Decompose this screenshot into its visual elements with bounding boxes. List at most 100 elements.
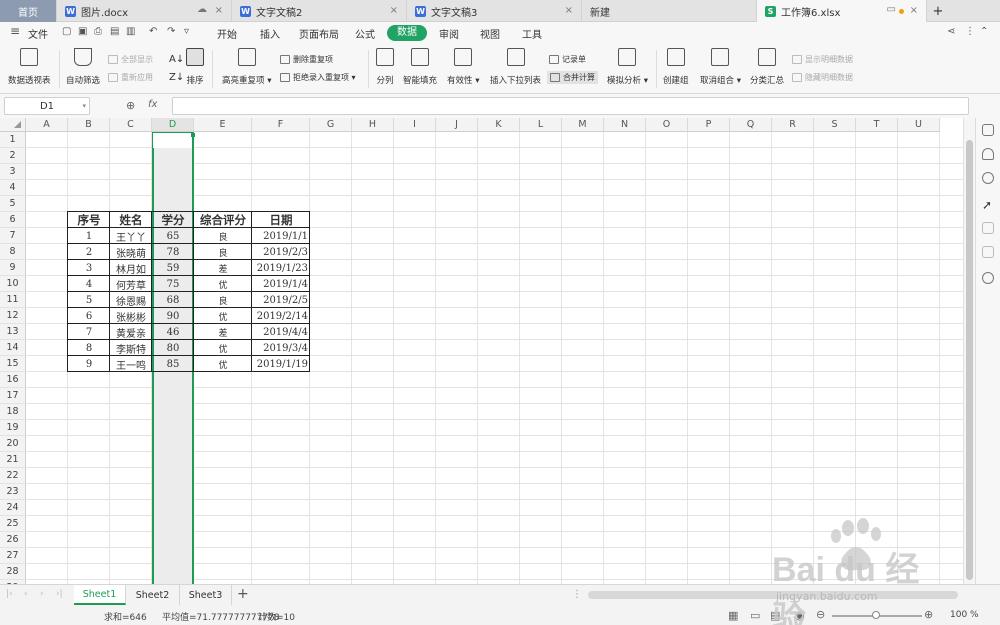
consolidate-button[interactable]: 合并计算 [547,71,598,84]
table-cell[interactable]: 优 [194,276,252,292]
undo-icon[interactable]: ↶ [149,26,157,37]
table-cell[interactable]: 9 [68,356,110,372]
tab-home[interactable]: 首页 [0,0,57,22]
table-cell[interactable]: 2019/2/14 [252,308,310,324]
subtotal-button[interactable]: 分类汇总 [750,48,784,86]
table-cell[interactable]: 良 [194,292,252,308]
table-cell[interactable]: 2019/1/4 [252,276,310,292]
column-header-j[interactable]: J [436,118,478,132]
active-cell[interactable] [153,133,192,148]
row-header-16[interactable]: 16 [0,372,26,388]
table-cell[interactable]: 2019/1/23 [252,260,310,276]
print-icon[interactable]: ⎙ [94,26,102,37]
table-cell[interactable]: 徐恩赐 [110,292,152,308]
table-cell[interactable]: 差 [194,260,252,276]
table-cell[interactable]: 3 [68,260,110,276]
split-column-button[interactable]: 分列 [376,48,394,86]
row-header-20[interactable]: 20 [0,436,26,452]
row-header-12[interactable]: 12 [0,308,26,324]
fill-handle[interactable] [191,133,195,137]
what-if-analysis-button[interactable]: 模拟分析 ▾ [607,48,648,86]
name-box[interactable]: D1 ▾ [4,97,90,115]
eye-protection-icon[interactable]: ◉ [795,609,805,622]
customize-dropdown-icon[interactable]: ▿ [184,26,189,37]
table-cell[interactable]: 良 [194,228,252,244]
menu-insert[interactable]: 插入 [260,26,280,41]
vertical-scrollbar[interactable] [963,118,975,584]
row-header-3[interactable]: 3 [0,164,26,180]
sort-descending-button[interactable]: Z↓ [169,72,184,83]
formula-input[interactable] [172,97,969,115]
save-icon[interactable]: ▣ [78,26,87,37]
row-header-28[interactable]: 28 [0,564,26,580]
table-cell[interactable]: 2019/1/19 [252,356,310,372]
column-header-o[interactable]: O [646,118,688,132]
delete-duplicates-button[interactable]: 删除重复项 [280,54,333,65]
column-header-e[interactable]: E [194,118,252,132]
table-cell[interactable]: 良 [194,244,252,260]
row-header-23[interactable]: 23 [0,484,26,500]
table-cell[interactable]: 黄爱亲 [110,324,152,340]
column-header-m[interactable]: M [562,118,604,132]
table-cell[interactable]: 4 [68,276,110,292]
table-cell[interactable]: 李斯特 [110,340,152,356]
insert-dropdown-list-button[interactable]: 插入下拉列表 [490,48,541,86]
show-detail-button[interactable]: 显示明细数据 [792,54,853,65]
row-header-24[interactable]: 24 [0,500,26,516]
smart-fill-button[interactable]: 智能填充 [403,48,437,86]
column-header-d[interactable]: D [152,118,194,132]
tab-split-handle[interactable]: ⋮ [572,589,582,600]
menu-review[interactable]: 审阅 [439,26,459,41]
row-header-6[interactable]: 6 [0,212,26,228]
row-header-22[interactable]: 22 [0,468,26,484]
row-header-7[interactable]: 7 [0,228,26,244]
row-header-19[interactable]: 19 [0,420,26,436]
column-header-k[interactable]: K [478,118,520,132]
table-cell[interactable]: 张晓萌 [110,244,152,260]
zoom-out-icon[interactable]: ⊖ [816,608,825,621]
hamburger-icon[interactable]: ≡ [10,24,20,38]
collapse-ribbon-icon[interactable]: ⌃ [980,26,988,37]
table-header-cell[interactable]: 序号 [68,212,110,228]
table-cell[interactable]: 68 [152,292,194,308]
row-header-27[interactable]: 27 [0,548,26,564]
row-header-5[interactable]: 5 [0,196,26,212]
share-icon[interactable]: ⋖ [947,26,955,37]
table-cell[interactable]: 优 [194,340,252,356]
table-cell[interactable]: 59 [152,260,194,276]
column-header-g[interactable]: G [310,118,352,132]
history-icon[interactable] [982,272,994,284]
row-header-15[interactable]: 15 [0,356,26,372]
table-cell[interactable]: 2019/1/1 [252,228,310,244]
row-header-13[interactable]: 13 [0,324,26,340]
column-header-s[interactable]: S [814,118,856,132]
redo-icon[interactable]: ↷ [167,26,175,37]
table-cell[interactable]: 张彬彬 [110,308,152,324]
normal-view-icon[interactable]: ▦ [728,609,738,622]
open-icon[interactable]: ▢ [62,26,71,37]
column-header-u[interactable]: U [898,118,940,132]
menu-file[interactable]: 文件 [28,26,48,41]
column-header-c[interactable]: C [110,118,152,132]
properties-icon[interactable] [982,222,994,234]
column-header-l[interactable]: L [520,118,562,132]
table-cell[interactable]: 2019/2/3 [252,244,310,260]
more-icon[interactable]: ⋮ [965,26,975,37]
table-cell[interactable]: 2 [68,244,110,260]
table-cell[interactable]: 1 [68,228,110,244]
row-header-18[interactable]: 18 [0,404,26,420]
table-cell[interactable]: 5 [68,292,110,308]
row-header-11[interactable]: 11 [0,292,26,308]
select-all-corner[interactable] [0,118,26,132]
table-cell[interactable]: 8 [68,340,110,356]
create-group-button[interactable]: 创建组 [663,48,689,86]
page-break-view-icon[interactable]: ▤ [770,609,780,622]
zoom-slider-thumb[interactable] [872,611,880,619]
row-header-26[interactable]: 26 [0,532,26,548]
add-sheet-button[interactable]: + [237,586,249,602]
tab-new[interactable]: 新建 [582,0,757,22]
row-header-10[interactable]: 10 [0,276,26,292]
ungroup-button[interactable]: 取消组合 ▾ [700,48,741,86]
table-header-cell[interactable]: 学分 [152,212,194,228]
tab-doc-image[interactable]: W 图片.docx ☁ × [57,0,232,22]
